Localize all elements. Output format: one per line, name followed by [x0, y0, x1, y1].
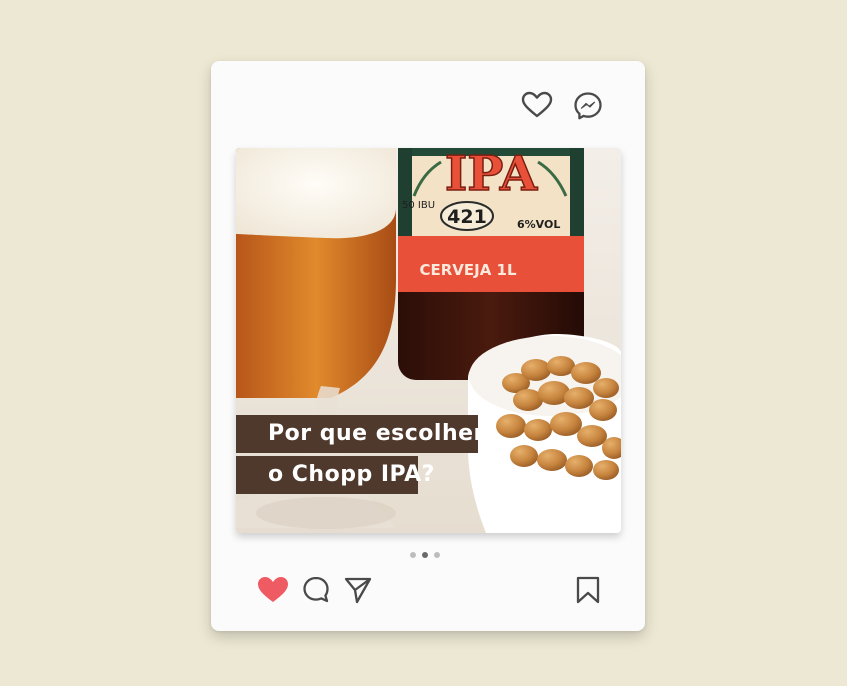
carousel-dot[interactable]	[410, 552, 416, 558]
post-card: IPA 421 50 IBU 6%VOL CERVEJA 1L Por que …	[211, 61, 645, 631]
caption-line-1: Por que escolher	[236, 415, 484, 453]
bookmark-icon[interactable]	[574, 575, 602, 609]
share-icon[interactable]	[342, 574, 374, 610]
carousel-dot[interactable]	[434, 552, 440, 558]
label-ibu: 50 IBU	[402, 200, 435, 211]
post-top-actions	[521, 91, 603, 125]
label-brand: IPA	[445, 148, 538, 202]
heart-outline-icon[interactable]	[521, 91, 553, 125]
carousel-dot-active[interactable]	[422, 552, 428, 558]
label-volume: CERVEJA 1L	[419, 261, 517, 279]
caption-line-2: o Chopp IPA?	[236, 456, 434, 494]
post-photo[interactable]: IPA 421 50 IBU 6%VOL CERVEJA 1L Por que …	[236, 148, 621, 533]
label-number: 421	[447, 206, 487, 228]
post-actions	[256, 574, 374, 610]
comment-icon[interactable]	[300, 574, 332, 610]
messenger-icon[interactable]	[573, 91, 603, 125]
heart-filled-icon[interactable]	[256, 575, 290, 609]
label-abv: 6%VOL	[517, 218, 560, 231]
carousel-indicator	[410, 552, 440, 558]
